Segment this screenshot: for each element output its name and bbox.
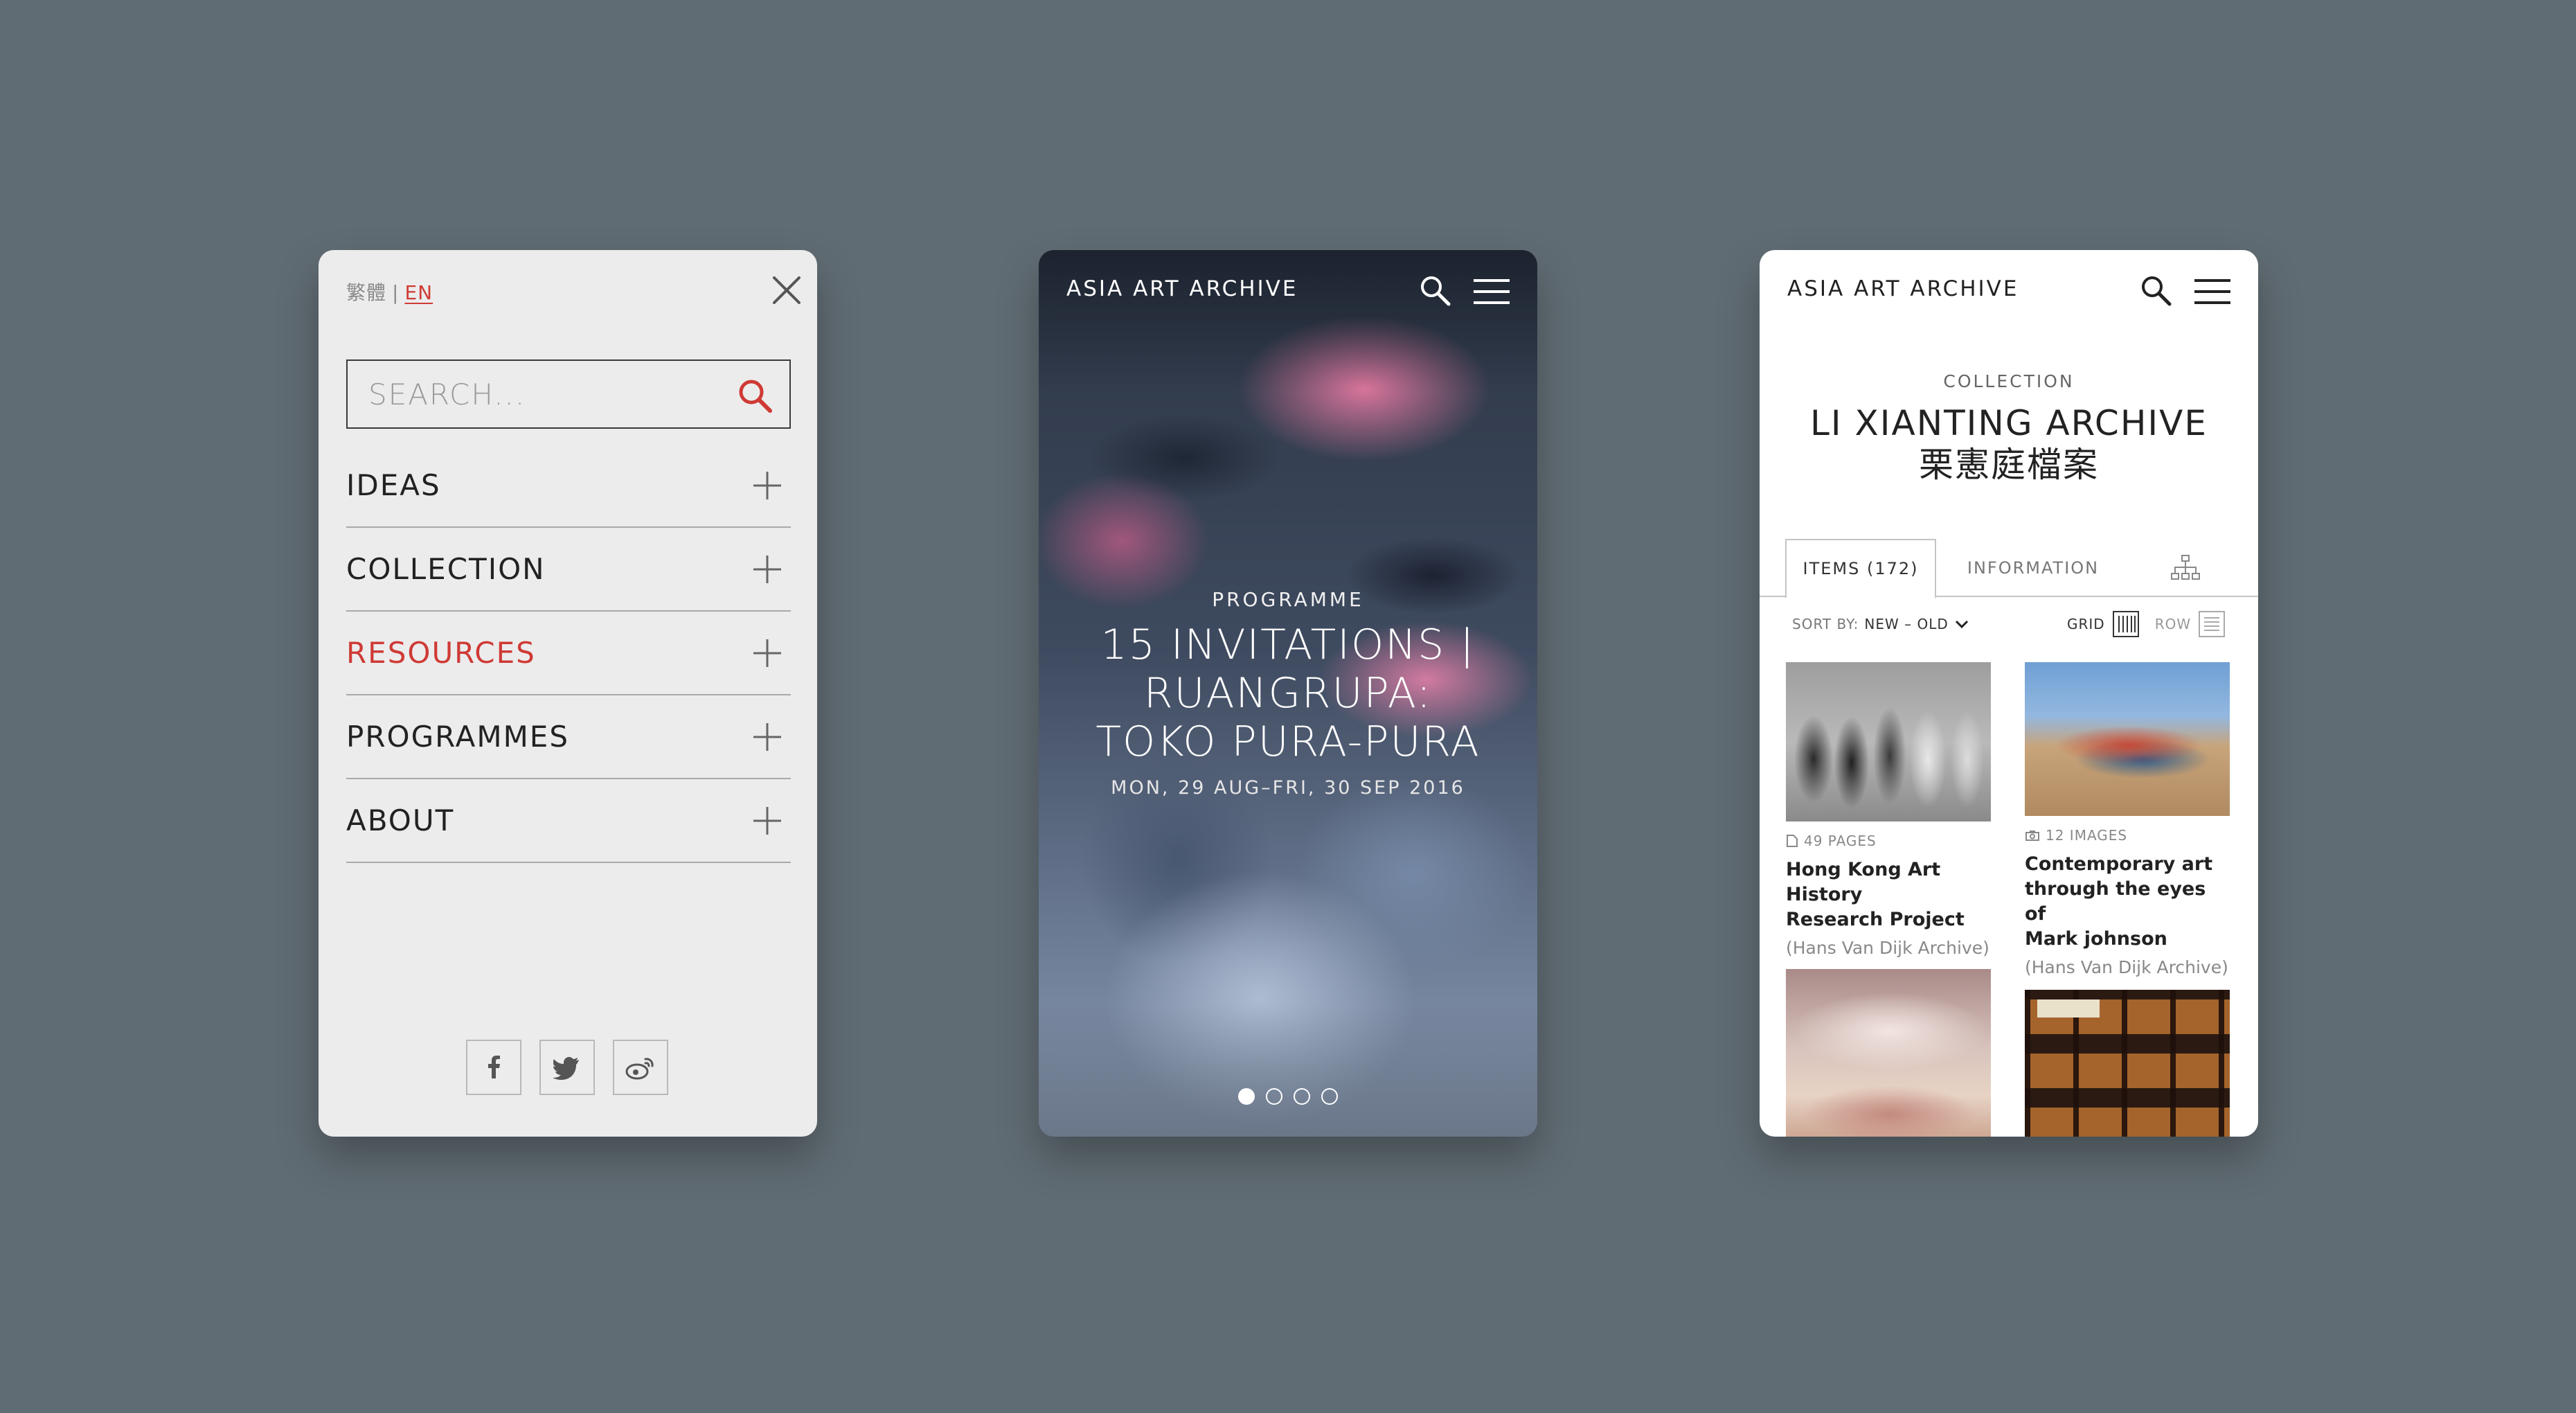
twitter-icon[interactable] <box>539 1040 595 1095</box>
search-icon[interactable] <box>2139 274 2172 307</box>
sort-control[interactable]: SORT BY: NEW – OLD <box>1792 616 1969 632</box>
hierarchy-icon <box>2171 555 2200 580</box>
card-meta-text: 12 IMAGES <box>2046 827 2128 844</box>
plus-icon[interactable] <box>752 722 782 752</box>
camera-icon <box>2025 830 2039 841</box>
card-source: (Hans Van Dijk Archive) <box>2025 957 2228 977</box>
brand-logo[interactable]: ASIA ART ARCHIVE <box>1066 276 1298 301</box>
facebook-icon[interactable] <box>466 1040 521 1095</box>
carousel-dot-2[interactable] <box>1266 1088 1282 1105</box>
brand-logo[interactable]: ASIA ART ARCHIVE <box>1787 276 2019 301</box>
sort-value: NEW – OLD <box>1864 616 1949 632</box>
menu-item-about[interactable]: ABOUT <box>346 779 791 863</box>
hero-title-line: RUANGRUPA: <box>1143 669 1433 718</box>
collection-card[interactable]: 49 PAGES Hong Kong Art History Research … <box>1786 662 1991 960</box>
search-field <box>346 359 791 429</box>
hero-title[interactable]: 15 INVITATIONS | RUANGRUPA: TOKO PURA-PU… <box>1039 621 1537 766</box>
card-title-line: through the eyes of <box>2025 878 2206 925</box>
menu-item-label: ABOUT <box>346 803 455 837</box>
hero-title-line: 15 INVITATIONS | <box>1100 621 1476 669</box>
carousel-dot-3[interactable] <box>1294 1088 1310 1105</box>
weibo-icon[interactable] <box>613 1040 668 1095</box>
tab-information[interactable]: INFORMATION <box>1950 539 2116 597</box>
chevron-down-icon <box>1955 620 1968 629</box>
view-grid-label[interactable]: GRID <box>2067 616 2105 632</box>
card-source: (Hans Van Dijk Archive) <box>1786 938 1989 958</box>
card-thumbnail[interactable] <box>2025 990 2230 1137</box>
tab-items[interactable]: ITEMS (172) <box>1785 539 1936 598</box>
close-icon[interactable] <box>769 272 805 308</box>
carousel-dot-1[interactable] <box>1238 1088 1255 1105</box>
page-title: LI XIANTING ARCHIVE <box>1810 403 2208 443</box>
search-input[interactable] <box>348 361 735 427</box>
menu-item-programmes[interactable]: PROGRAMMES <box>346 695 791 779</box>
row-view-icon[interactable] <box>2198 610 2226 638</box>
menu-item-label: COLLECTION <box>346 552 546 586</box>
plus-icon[interactable] <box>752 470 782 501</box>
page-title-chinese: 栗憲庭檔案 <box>1919 445 2099 485</box>
lang-en-link[interactable]: EN <box>404 281 433 304</box>
grid-view-icon[interactable] <box>2112 610 2140 638</box>
collection-card[interactable] <box>2025 990 2230 1137</box>
main-menu: IDEAS COLLECTION RESOURCES PROGRAMMES AB… <box>346 444 791 863</box>
language-switcher: 繁體 | EN <box>346 278 433 305</box>
card-thumbnail[interactable] <box>1786 662 1991 821</box>
card-meta-text: 49 PAGES <box>1804 833 1877 849</box>
card-title-line: Contemporary art <box>2025 853 2213 875</box>
plus-icon[interactable] <box>752 638 782 668</box>
menu-item-resources[interactable]: RESOURCES <box>346 612 791 695</box>
menu-screen: 繁體 |EN IDEAS COLLECTION RESOURCES PROGRAM… <box>319 250 817 1137</box>
menu-item-ideas[interactable]: IDEAS <box>346 444 791 528</box>
social-links <box>466 1040 668 1095</box>
search-icon[interactable] <box>1418 274 1451 307</box>
collection-card[interactable]: 12 IMAGES Contemporary art through the e… <box>2025 662 2230 979</box>
collection-screen: ASIA ART ARCHIVE COLLECTION LI XIANTING … <box>1760 250 2258 1137</box>
card-title[interactable]: Contemporary art through the eyes of Mar… <box>2025 852 2230 952</box>
collection-card[interactable] <box>1786 969 1991 1137</box>
menu-item-collection[interactable]: COLLECTION <box>346 528 791 612</box>
lang-zh-link[interactable]: 繁體 <box>346 281 386 304</box>
card-title[interactable]: Hong Kong Art History Research Project <box>1786 857 1991 932</box>
card-title-line: Mark johnson <box>2025 928 2167 950</box>
plus-icon[interactable] <box>752 554 782 585</box>
card-title-line: Research Project <box>1786 909 1965 930</box>
carousel-dot-4[interactable] <box>1321 1088 1338 1105</box>
hamburger-menu-icon[interactable] <box>2193 278 2232 305</box>
collection-tabs: ITEMS (172) INFORMATION <box>1760 539 2258 598</box>
menu-item-label: PROGRAMMES <box>346 720 569 754</box>
hero-caption: PROGRAMME 15 INVITATIONS | RUANGRUPA: TO… <box>1039 588 1537 799</box>
document-icon <box>1787 835 1798 847</box>
hero-screen: ASIA ART ARCHIVE PROGRAMME 15 INVITATION… <box>1039 250 1537 1137</box>
hero-title-line: TOKO PURA-PURA <box>1095 718 1481 766</box>
card-meta: 12 IMAGES <box>2025 827 2230 844</box>
tab-hierarchy[interactable] <box>2161 539 2210 597</box>
lang-separator: | <box>392 281 400 304</box>
plus-icon[interactable] <box>752 806 782 836</box>
menu-item-label: RESOURCES <box>346 636 536 670</box>
film-label <box>2037 999 2100 1017</box>
card-thumbnail[interactable] <box>1786 969 1991 1137</box>
card-meta: 49 PAGES <box>1786 833 1991 849</box>
card-title-line: Hong Kong Art History <box>1786 859 1941 905</box>
view-toggle: GRID ROW <box>2067 610 2226 638</box>
menu-item-label: IDEAS <box>346 468 441 502</box>
carousel-pagination <box>1039 1088 1537 1105</box>
search-icon[interactable] <box>735 376 774 415</box>
sort-label: SORT BY: <box>1792 616 1859 632</box>
hero-date: MON, 29 AUG–FRI, 30 SEP 2016 <box>1111 777 1465 799</box>
hero-kicker: PROGRAMME <box>1212 588 1364 611</box>
card-thumbnail[interactable] <box>2025 662 2230 816</box>
hamburger-menu-icon[interactable] <box>1472 278 1511 305</box>
section-label: COLLECTION <box>1943 371 2075 391</box>
view-row-label[interactable]: ROW <box>2155 616 2191 632</box>
